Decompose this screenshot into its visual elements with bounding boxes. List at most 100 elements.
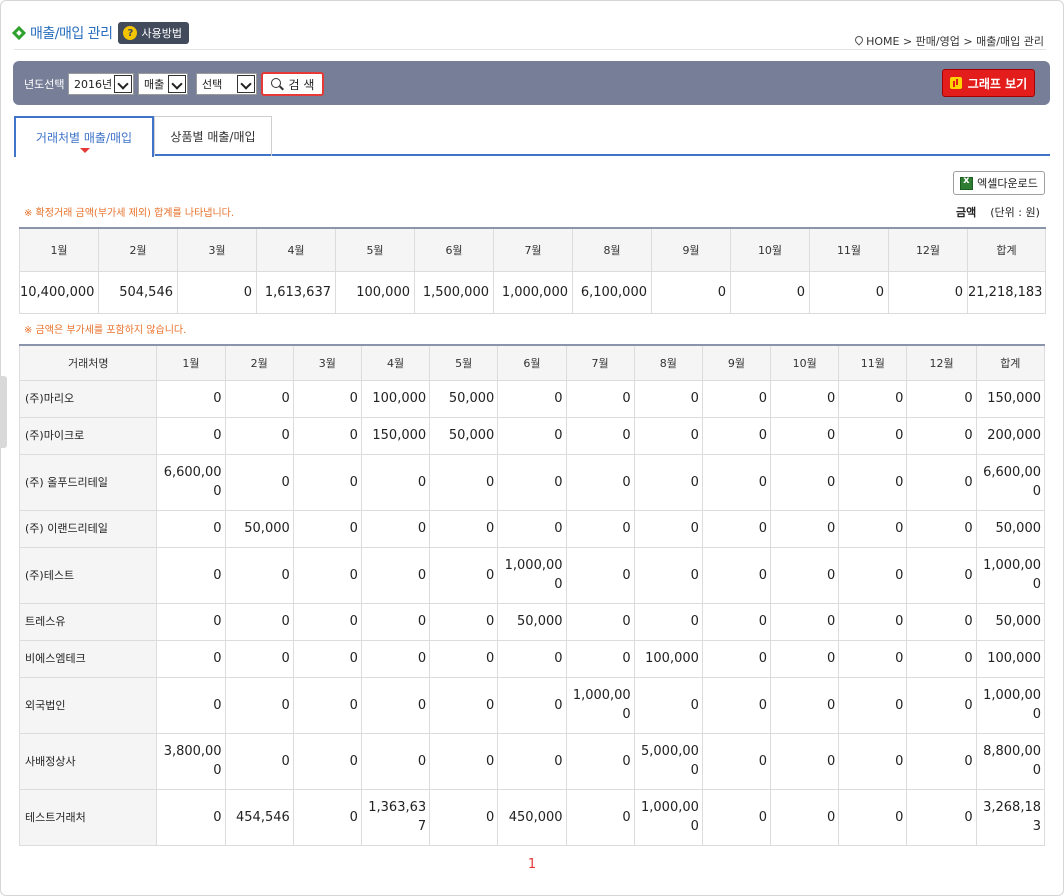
summary-header-cell: 12월 — [888, 227, 968, 272]
amount-cell: 0 — [497, 453, 567, 511]
summary-value-cell: 100,000 — [335, 270, 415, 314]
amount-cell: 1,000,000 — [633, 788, 703, 846]
amount-cell: 50,000 — [224, 509, 294, 548]
table-row: 외국법인 0 0 0 0 0 0 1,000,000 0 0 0 0 0 1,000,000 — [18, 676, 1046, 734]
summary-header-row: 1월 2월 3월 4월 5월 6월 7월 8월 9월 10월 11월 12월 합계 — [19, 227, 1046, 272]
amount-cell: 0 — [429, 676, 499, 734]
table-row: 비에스엠테크 0 0 0 0 0 0 0 100,000 0 0 0 0 100,000 — [18, 639, 1046, 678]
amount-cell: 0 — [770, 732, 840, 790]
amount-cell: 150,000 — [975, 379, 1046, 418]
summary-header-cell: 합계 — [967, 227, 1046, 272]
amount-cell: 0 — [770, 639, 840, 678]
amount-cell: 0 — [770, 546, 840, 604]
amount-cell: 0 — [838, 416, 908, 455]
amount-cell: 0 — [838, 453, 908, 511]
tab-bar: 거래처별 매출/매입 상품별 매출/매입 — [14, 116, 1050, 157]
help-button[interactable]: ? 사용방법 — [118, 22, 189, 44]
amount-cell: 0 — [701, 788, 772, 846]
amount-cell: 0 — [906, 546, 977, 604]
amount-cell: 0 — [838, 379, 908, 418]
detail-header-cell: 1월 — [156, 344, 226, 381]
amount-cell: 0 — [429, 602, 499, 641]
amount-cell: 0 — [770, 509, 840, 548]
amount-cell: 0 — [360, 639, 431, 678]
customer-name-cell: 외국법인 — [18, 676, 158, 734]
amount-cell: 0 — [906, 416, 977, 455]
summary-header-cell: 6월 — [414, 227, 494, 272]
amount-cell: 100,000 — [360, 379, 431, 418]
amount-cell: 0 — [156, 509, 226, 548]
table-row: (주)마리오 0 0 0 100,000 50,000 0 0 0 0 0 0 0 150,000 — [18, 379, 1046, 418]
amount-cell: 0 — [770, 788, 840, 846]
amount-cell: 0 — [838, 546, 908, 604]
customer-name-cell: (주)마리오 — [18, 379, 158, 418]
detail-header-cell: 합계 — [975, 344, 1046, 381]
amount-cell: 0 — [701, 509, 772, 548]
unit-title: 금액 — [956, 206, 977, 219]
detail-header-cell: 7월 — [565, 344, 635, 381]
detail-header-cell: 5월 — [429, 344, 499, 381]
side-handle[interactable] — [0, 376, 7, 448]
customer-name-cell: 테스트거래처 — [18, 788, 158, 846]
bar-chart-icon — [949, 77, 962, 89]
excel-icon — [960, 175, 974, 190]
amount-cell: 0 — [565, 453, 635, 511]
detail-header-cell: 12월 — [906, 344, 977, 381]
summary-value-cell: 0 — [730, 270, 810, 314]
tab-product-sales[interactable]: 상품별 매출/매입 — [154, 116, 272, 156]
amount-cell: 0 — [565, 788, 635, 846]
summary-value-cell: 0 — [809, 270, 889, 314]
graph-view-button[interactable]: 그래프 보기 — [942, 69, 1035, 97]
amount-cell: 0 — [565, 602, 635, 641]
summary-value-cell: 6,100,000 — [572, 270, 652, 314]
amount-cell: 0 — [906, 602, 977, 641]
amount-cell: 0 — [565, 732, 635, 790]
amount-cell: 1,000,000 — [565, 676, 635, 734]
summary-value-cell: 1,613,637 — [256, 270, 336, 314]
amount-cell: 0 — [838, 676, 908, 734]
amount-cell: 0 — [633, 509, 703, 548]
table-row: (주)테스트 0 0 0 0 0 1,000,000 0 0 0 0 0 0 1,000,000 — [18, 546, 1046, 604]
amount-cell: 0 — [838, 639, 908, 678]
summary-value-cell: 0 — [651, 270, 731, 314]
amount-cell: 0 — [701, 676, 772, 734]
amount-cell: 0 — [292, 509, 362, 548]
filter-select[interactable]: 선택 — [196, 73, 257, 95]
year-select[interactable]: 2016년 — [68, 73, 134, 95]
amount-cell: 450,000 — [497, 788, 567, 846]
amount-cell: 0 — [565, 509, 635, 548]
amount-cell: 0 — [292, 546, 362, 604]
graph-button-label: 그래프 보기 — [967, 76, 1028, 91]
amount-cell: 0 — [497, 732, 567, 790]
amount-cell: 0 — [701, 602, 772, 641]
tab-customer-sales[interactable]: 거래처별 매출/매입 — [14, 116, 154, 157]
detail-header-cell: 6월 — [497, 344, 567, 381]
customer-name-cell: 사배정상사 — [18, 732, 158, 790]
amount-cell: 0 — [633, 416, 703, 455]
search-button[interactable]: 검 색 — [261, 72, 324, 96]
summary-note: ※ 확정거래 금액(부가세 제외) 합계를 나타냅니다. — [24, 208, 235, 219]
amount-cell: 50,000 — [975, 602, 1046, 641]
amount-cell: 0 — [429, 788, 499, 846]
location-pin-icon — [855, 36, 863, 46]
amount-cell: 0 — [429, 732, 499, 790]
detail-header-cell: 8월 — [633, 344, 703, 381]
amount-cell: 50,000 — [497, 602, 567, 641]
amount-cell: 0 — [292, 453, 362, 511]
amount-cell: 1,000,000 — [497, 546, 567, 604]
summary-header-cell: 3월 — [177, 227, 257, 272]
amount-cell: 0 — [360, 676, 431, 734]
title-group: 매출/매입 관리 ? 사용방법 — [11, 22, 189, 44]
amount-cell: 0 — [429, 509, 499, 548]
customer-name-cell: (주) 이랜드리테일 — [18, 509, 158, 548]
amount-cell: 0 — [497, 509, 567, 548]
amount-cell: 0 — [497, 639, 567, 678]
page-current[interactable]: 1 — [528, 857, 536, 872]
amount-cell: 0 — [360, 453, 431, 511]
amount-cell: 0 — [156, 676, 226, 734]
amount-cell: 0 — [906, 379, 977, 418]
type-select[interactable]: 매출 — [138, 73, 188, 95]
amount-cell: 454,546 — [224, 788, 294, 846]
amount-cell: 0 — [701, 732, 772, 790]
excel-download-button[interactable]: 엑셀다운로드 — [953, 171, 1045, 195]
